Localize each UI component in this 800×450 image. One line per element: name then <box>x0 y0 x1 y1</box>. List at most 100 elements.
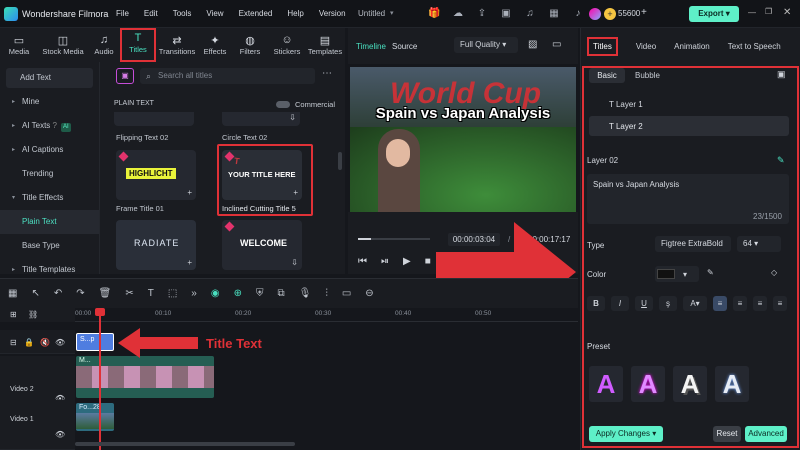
nav-mine[interactable]: ▸ Mine <box>0 90 99 114</box>
time-ruler[interactable]: 00:00 00:20 00:30 00:40 00:50 00:10 <box>75 308 578 322</box>
prev-frame-icon[interactable]: ⏮ <box>358 256 367 267</box>
more-options-icon[interactable]: ⋯ <box>322 68 332 79</box>
tab-animation[interactable]: Animation <box>674 42 710 51</box>
menu-tools[interactable]: Tools <box>173 9 192 18</box>
nav-ai-captions[interactable]: ▸ AI Captions <box>0 138 99 162</box>
apply-changes-button[interactable]: Apply Changes ▾ <box>589 426 663 442</box>
tool-transitions[interactable]: ⇄ Transitions <box>156 34 198 56</box>
microphone-icon[interactable]: 🎙 <box>299 288 312 299</box>
underline-icon[interactable]: U <box>635 296 653 311</box>
nav-base-type[interactable]: Base Type <box>0 234 99 258</box>
layer-1-item[interactable]: T Layer 1 <box>609 100 643 109</box>
color-picker[interactable]: ▾ <box>655 266 699 282</box>
display-icon[interactable]: ▭ <box>552 39 561 50</box>
tool-audio[interactable]: ♫ Audio <box>88 34 120 56</box>
more-tools-icon[interactable]: » <box>191 288 197 299</box>
search-input[interactable]: Search all titles <box>140 68 315 84</box>
menu-version[interactable]: Version <box>319 9 346 18</box>
tool-media[interactable]: ▭ Media <box>0 34 38 56</box>
save-preset-icon[interactable]: ▣ <box>777 69 786 80</box>
cut-icon[interactable]: ✂ <box>125 288 133 299</box>
stop-icon[interactable]: ■ <box>425 256 431 267</box>
card-partial[interactable] <box>114 112 194 126</box>
add-text-item[interactable]: Add Text <box>6 68 93 88</box>
preset-pink-outline[interactable]: A <box>631 366 665 402</box>
play-reverse-icon[interactable]: ⏯ <box>381 256 389 267</box>
close-icon[interactable]: ✕ <box>783 7 791 18</box>
align-left-icon[interactable]: ≡ <box>713 296 727 311</box>
snapshot-icon[interactable]: ▨ <box>528 39 537 50</box>
caption-icon[interactable]: ▭ <box>342 288 351 299</box>
align-right-icon[interactable]: ≡ <box>753 296 767 311</box>
quality-select[interactable]: Full Quality ▾ <box>454 37 518 53</box>
nav-plain-text[interactable]: Plain Text <box>0 210 99 234</box>
tool-effects[interactable]: ✦ Effects <box>198 34 232 56</box>
download-icon[interactable]: ⇩ <box>291 258 298 267</box>
eyedropper-icon[interactable]: ✎ <box>707 268 714 277</box>
title-card-welcome[interactable]: WELCOME ⇩ <box>222 220 302 270</box>
add-credits-icon[interactable]: + <box>641 7 647 18</box>
subtab-bubble[interactable]: Bubble <box>635 71 660 80</box>
maximize-icon[interactable]: ❐ <box>765 7 772 16</box>
advanced-button[interactable]: Advanced <box>745 426 787 442</box>
save-icon[interactable]: ▣ <box>500 8 512 20</box>
crop-icon[interactable]: ⬚ <box>168 288 177 299</box>
ai-writer-icon[interactable]: ✎ <box>777 155 785 166</box>
redo-icon[interactable]: ↷ <box>76 288 84 299</box>
justify-icon[interactable]: ≡ <box>773 296 787 311</box>
cloud-icon[interactable]: ☁ <box>452 8 464 20</box>
nav-title-effects[interactable]: ▾ Title Effects <box>0 186 99 210</box>
playhead-handle[interactable] <box>95 308 105 316</box>
tool-templates[interactable]: ▤ Templates <box>306 34 344 56</box>
headset-icon[interactable]: ♫ <box>524 8 536 20</box>
tool-filters[interactable]: ◍ Filters <box>232 34 268 56</box>
mute-icon[interactable]: 🔇 <box>40 338 50 347</box>
project-name[interactable]: Untitled <box>358 9 385 18</box>
tab-timeline[interactable]: Timeline <box>356 42 386 51</box>
menu-edit[interactable]: Edit <box>144 9 158 18</box>
card-partial[interactable]: ⇩ <box>222 112 300 126</box>
menu-view[interactable]: View <box>206 9 223 18</box>
preset-white-shadow[interactable]: A <box>673 366 707 402</box>
tab-text-to-speech[interactable]: Text to Speech <box>728 42 781 51</box>
add-icon[interactable]: + <box>187 188 192 197</box>
title-card-highlicht[interactable]: HIGHLICHT + <box>116 150 196 200</box>
subtab-basic[interactable]: Basic <box>589 68 625 83</box>
play-icon[interactable]: ▶ <box>403 256 411 267</box>
timeline-scrollbar[interactable] <box>75 442 295 446</box>
tool-titles[interactable]: T Titles <box>120 28 156 62</box>
gift-icon[interactable]: 🎁 <box>428 8 440 20</box>
tab-source[interactable]: Source <box>392 42 417 51</box>
tool-stock-media[interactable]: ◫ Stock Media <box>38 34 88 56</box>
add-track-icon[interactable]: ⊞ <box>10 310 17 319</box>
ai-mate-icon[interactable]: ◉ <box>211 288 220 299</box>
italic-icon[interactable]: I <box>611 296 629 311</box>
minimize-icon[interactable]: — <box>748 8 756 17</box>
bold-icon[interactable]: B <box>587 296 605 311</box>
keyframe-icon[interactable]: ◇ <box>771 268 777 277</box>
menu-file[interactable]: File <box>116 9 129 18</box>
grid-icon[interactable]: ▦ <box>548 8 560 20</box>
layer-2-item[interactable]: T Layer 2 <box>589 116 789 136</box>
project-dropdown-icon[interactable]: ▾ <box>390 9 394 17</box>
mixer-icon[interactable]: ⫶ <box>325 288 328 299</box>
nav-trending[interactable]: Trending <box>0 162 99 186</box>
title-clip[interactable]: S...p <box>76 333 114 351</box>
lock-icon[interactable]: 🔒 <box>24 338 34 347</box>
nav-ai-texts[interactable]: ▸ AI Texts ? AI <box>0 114 99 138</box>
add-icon[interactable]: + <box>293 188 298 197</box>
title-card-radiate[interactable]: RADIATE + <box>116 220 196 270</box>
filter-icon[interactable]: ▣ <box>116 68 134 84</box>
track-toggle-icon[interactable]: ⊟ <box>10 338 17 347</box>
upload-icon[interactable]: ⇪ <box>476 8 488 20</box>
progress-track[interactable] <box>358 238 430 240</box>
title-overlay[interactable]: Spain vs Japan Analysis <box>352 105 574 122</box>
align-center-icon[interactable]: ≡ <box>733 296 747 311</box>
menu-help[interactable]: Help <box>287 9 303 18</box>
grid-scrollbar[interactable] <box>338 152 342 170</box>
playhead[interactable] <box>99 310 101 450</box>
menu-extended[interactable]: Extended <box>239 9 273 18</box>
link-icon[interactable]: ⛓ <box>28 310 38 319</box>
commercial-toggle[interactable] <box>276 101 290 108</box>
select-icon[interactable]: ↖ <box>31 288 39 299</box>
